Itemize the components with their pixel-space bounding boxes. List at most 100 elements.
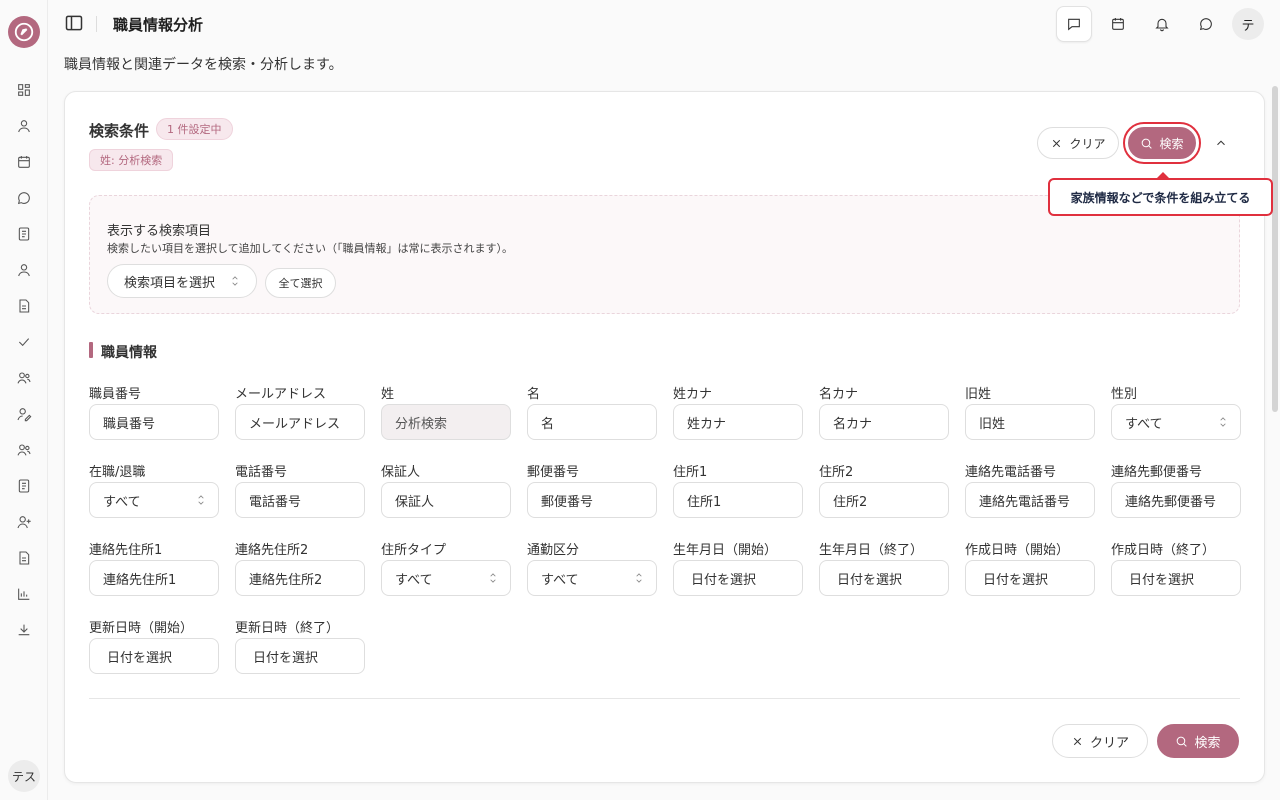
- field-value: 日付を選択: [691, 572, 757, 588]
- footer-clear-button[interactable]: クリア: [1052, 724, 1148, 758]
- page-title: 職員情報分析: [113, 16, 204, 34]
- date-picker-field[interactable]: 日付を選択: [673, 560, 803, 596]
- text-input[interactable]: 分析検索: [381, 404, 511, 440]
- select-field[interactable]: すべて: [527, 560, 657, 596]
- text-input[interactable]: 連絡先住所1: [89, 560, 219, 596]
- select-field[interactable]: すべて: [381, 560, 511, 596]
- download-icon[interactable]: [14, 620, 34, 640]
- date-picker-field[interactable]: 日付を選択: [1111, 560, 1241, 596]
- field-label: 作成日時（終了）: [1111, 543, 1216, 558]
- clear-button[interactable]: クリア: [1037, 127, 1119, 159]
- chat-icon[interactable]: [14, 188, 34, 208]
- field-label: 連絡先住所1: [89, 543, 163, 558]
- search-icon: [1177, 736, 1188, 747]
- field-value: すべて: [1125, 416, 1163, 432]
- sidebar-user-avatar[interactable]: テス: [8, 760, 40, 792]
- field-value: 連絡先電話番号: [979, 494, 1071, 510]
- sidebar-toggle-icon[interactable]: [64, 13, 84, 33]
- search-field-dropdown[interactable]: 検索項目を選択: [107, 264, 257, 298]
- search-button[interactable]: 検索: [1128, 127, 1196, 159]
- field-value: 連絡先住所1: [103, 572, 177, 588]
- field-value: 日付を選択: [837, 572, 903, 588]
- search-icon: [1142, 138, 1153, 149]
- field-label: 電話番号: [235, 465, 288, 480]
- active-filter-count-badge: 1 件設定中: [156, 118, 233, 140]
- user-avatar[interactable]: テ: [1232, 8, 1264, 40]
- field-label: 保証人: [381, 465, 421, 480]
- sidebar: テス: [0, 0, 48, 800]
- calendar-icon[interactable]: [14, 152, 34, 172]
- footer-clear-label: クリア: [1089, 735, 1129, 751]
- search-card: 検索条件 1 件設定中 姓: 分析検索 クリア 検索 表示する検索項目 検索した…: [64, 91, 1273, 783]
- field-label: 姓: [381, 387, 395, 402]
- chevron-updown-icon: [194, 493, 208, 511]
- field-label: メールアドレス: [235, 387, 327, 402]
- message-icon[interactable]: [1056, 6, 1092, 42]
- app-logo[interactable]: [8, 16, 40, 48]
- field-label: 生年月日（終了）: [819, 543, 924, 558]
- select-all-button[interactable]: 全て選択: [265, 268, 336, 298]
- date-picker-field[interactable]: 日付を選択: [819, 560, 949, 596]
- file-icon[interactable]: [14, 296, 34, 316]
- document-icon[interactable]: [14, 224, 34, 244]
- footer-search-button[interactable]: 検索: [1157, 724, 1239, 758]
- search-button-label: 検索: [1159, 136, 1184, 151]
- text-input[interactable]: 電話番号: [235, 482, 365, 518]
- text-input[interactable]: 名カナ: [819, 404, 949, 440]
- page-description: 職員情報と関連データを検索・分析します。: [64, 57, 343, 73]
- user-icon[interactable]: [14, 116, 34, 136]
- field-label: 作成日時（開始）: [965, 543, 1070, 558]
- bell-icon[interactable]: [1144, 6, 1180, 42]
- text-input[interactable]: 住所1: [673, 482, 803, 518]
- field-value: すべて: [103, 494, 141, 510]
- user-edit-icon[interactable]: [14, 404, 34, 424]
- collapse-button[interactable]: [1210, 132, 1232, 154]
- person-icon[interactable]: [14, 260, 34, 280]
- report-icon[interactable]: [14, 548, 34, 568]
- field-label: 連絡先住所2: [235, 543, 309, 558]
- close-icon: [1073, 737, 1082, 745]
- text-input[interactable]: メールアドレス: [235, 404, 365, 440]
- chevron-updown-icon: [486, 571, 500, 589]
- team-icon[interactable]: [14, 440, 34, 460]
- field-label: 名: [527, 387, 541, 402]
- calendar-icon[interactable]: [1100, 6, 1136, 42]
- selector-description: 検索したい項目を選択して追加してください（「職員情報」は常に表示されます）。: [107, 242, 514, 255]
- date-picker-field[interactable]: 日付を選択: [235, 638, 365, 674]
- selector-title: 表示する検索項目: [107, 224, 212, 239]
- text-input[interactable]: 職員番号: [89, 404, 219, 440]
- field-value: 日付を選択: [1129, 572, 1195, 588]
- check-icon[interactable]: [14, 332, 34, 352]
- text-input[interactable]: 連絡先電話番号: [965, 482, 1095, 518]
- field-value: メールアドレス: [249, 416, 341, 432]
- dashboard-icon[interactable]: [14, 80, 34, 100]
- text-input[interactable]: 名: [527, 404, 657, 440]
- active-filter-chip[interactable]: 姓: 分析検索: [89, 149, 174, 171]
- select-field[interactable]: すべて: [89, 482, 219, 518]
- users-icon[interactable]: [14, 368, 34, 388]
- field-label: 住所2: [819, 465, 854, 480]
- field-value: 郵便番号: [541, 494, 594, 510]
- field-value: すべて: [541, 572, 579, 588]
- user-add-icon[interactable]: [14, 512, 34, 532]
- text-input[interactable]: 保証人: [381, 482, 511, 518]
- text-input[interactable]: 連絡先郵便番号: [1111, 482, 1241, 518]
- chart-icon[interactable]: [14, 584, 34, 604]
- field-value: 電話番号: [249, 494, 302, 510]
- text-input[interactable]: 姓カナ: [673, 404, 803, 440]
- select-field[interactable]: すべて: [1111, 404, 1241, 440]
- text-input[interactable]: 連絡先住所2: [235, 560, 365, 596]
- date-picker-field[interactable]: 日付を選択: [89, 638, 219, 674]
- scrollbar[interactable]: [1272, 86, 1278, 412]
- field-label: 連絡先郵便番号: [1111, 465, 1203, 480]
- list-icon[interactable]: [14, 476, 34, 496]
- field-label: 住所タイプ: [381, 543, 447, 558]
- date-picker-field[interactable]: 日付を選択: [965, 560, 1095, 596]
- text-input[interactable]: 郵便番号: [527, 482, 657, 518]
- chat-icon[interactable]: [1188, 6, 1224, 42]
- clear-button-label: クリア: [1069, 136, 1106, 151]
- field-value: 日付を選択: [983, 572, 1049, 588]
- text-input[interactable]: 住所2: [819, 482, 949, 518]
- field-value: 旧姓: [979, 416, 1006, 432]
- text-input[interactable]: 旧姓: [965, 404, 1095, 440]
